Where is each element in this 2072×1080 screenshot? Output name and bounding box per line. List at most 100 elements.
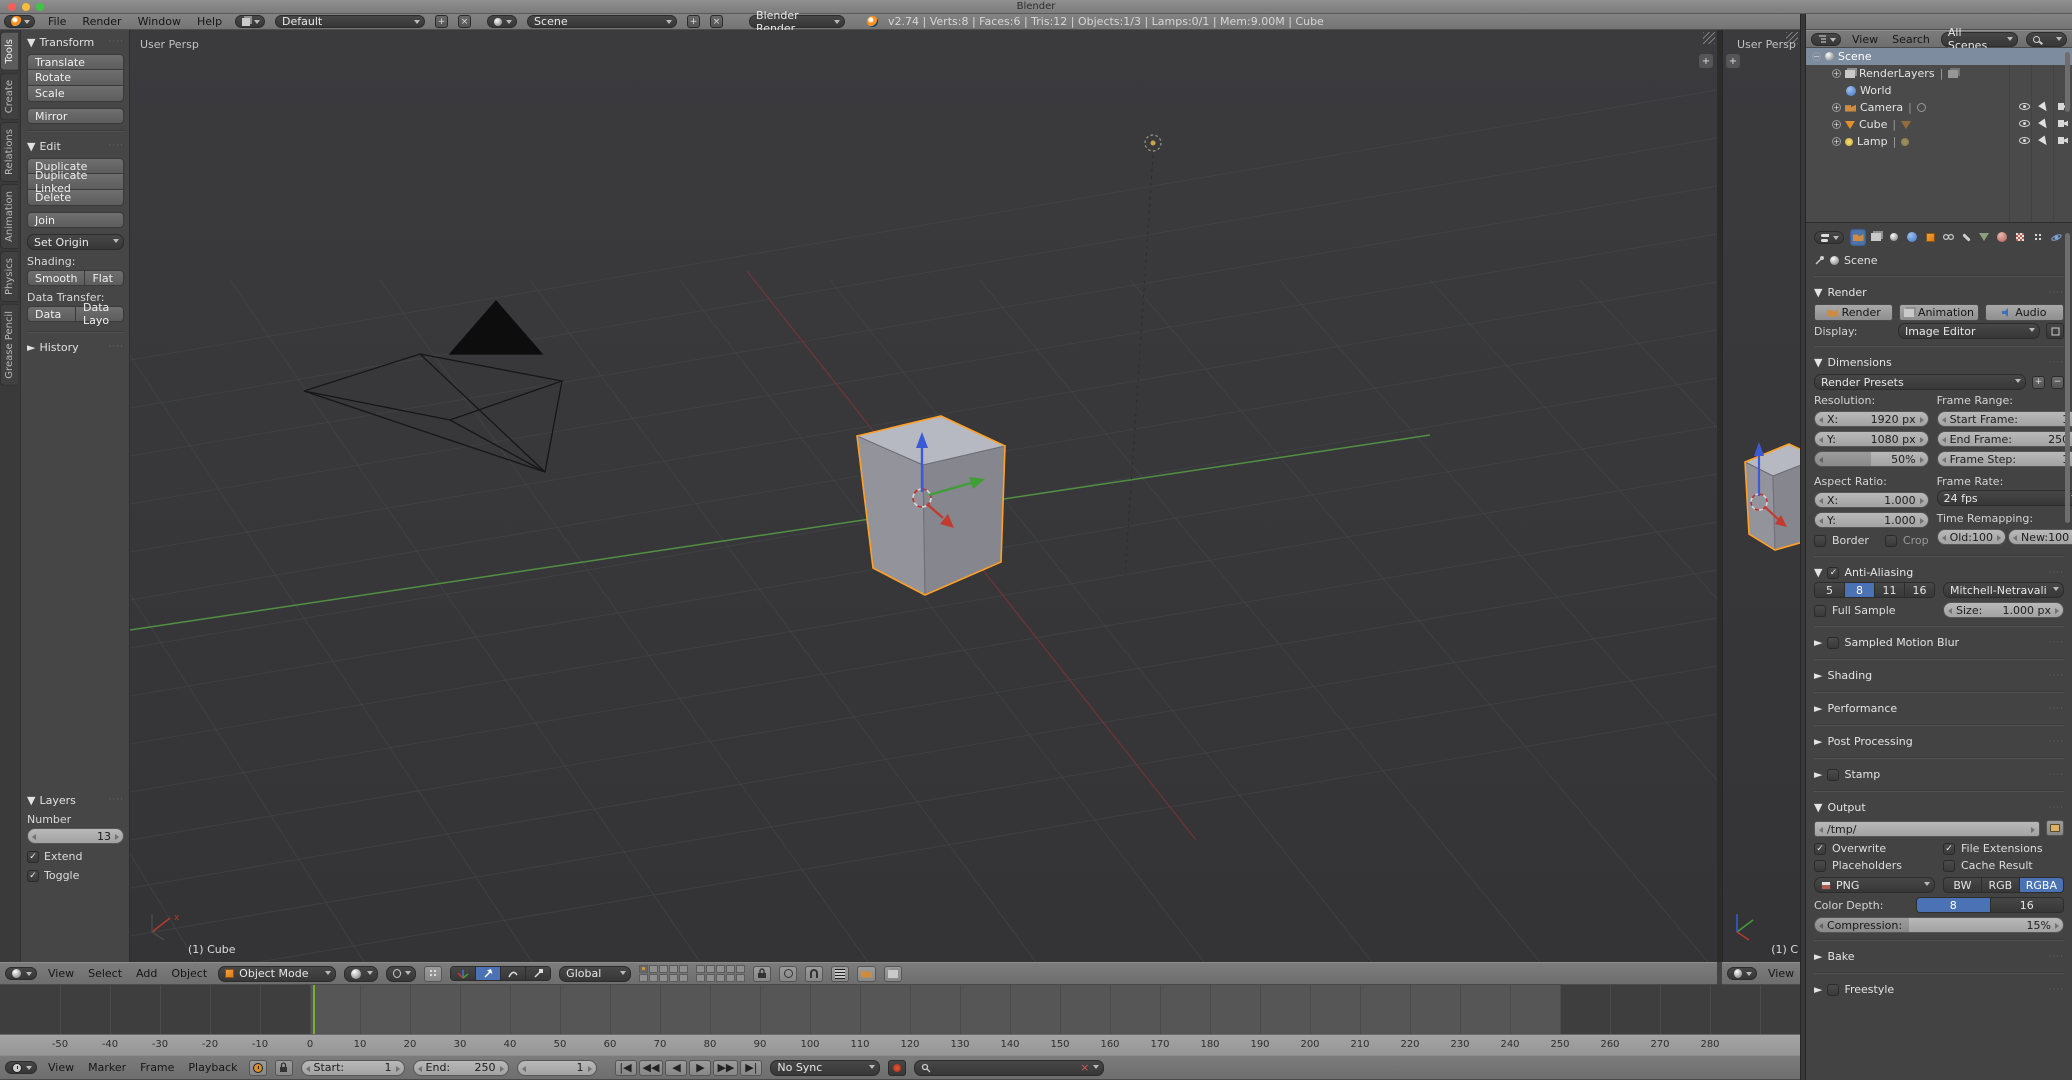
expand-expander[interactable]: +	[1832, 69, 1841, 78]
frame-step-field[interactable]: Frame Step:1	[1936, 451, 2072, 467]
timeline-playback-menu[interactable]: Playback	[185, 1061, 240, 1074]
tab-physics[interactable]	[2048, 229, 2064, 246]
post-processing-panel-header[interactable]: ► Post Processing ····	[1814, 732, 2064, 751]
render-still-button[interactable]: Render	[1814, 304, 1894, 321]
remap-old-field[interactable]: Old: 100	[1936, 529, 2006, 545]
use-preview-range-toggle[interactable]	[248, 1059, 267, 1076]
collapse-expander[interactable]: −	[1812, 52, 1821, 61]
selectability-toggle[interactable]	[2038, 135, 2050, 148]
tab-object-data[interactable]	[1976, 229, 1992, 246]
data-transfer-data-button[interactable]: Data	[27, 306, 76, 322]
pivot-align-toggle[interactable]	[424, 965, 443, 982]
full-sample-checkbox[interactable]	[1814, 604, 1826, 617]
border-checkbox[interactable]	[1814, 534, 1826, 547]
layer-cell[interactable]	[696, 974, 706, 982]
keying-set-field[interactable]: ×	[914, 1059, 1105, 1076]
delete-layout-button[interactable]: ×	[458, 15, 472, 28]
freestyle-panel-header[interactable]: ► Freestyle ····	[1814, 980, 2064, 999]
render-engine-dropdown[interactable]: Blender Render	[749, 9, 846, 35]
file-extensions-checkbox[interactable]: ✓	[1943, 842, 1955, 855]
selectability-toggle[interactable]	[2038, 118, 2050, 131]
aspect-y-field[interactable]: Y: 1.000	[1814, 512, 1929, 528]
rotate-manipulator-button[interactable]	[501, 967, 527, 980]
tab-particles[interactable]	[2030, 229, 2046, 246]
outliner-row-cube[interactable]: + Cube |	[1806, 116, 2072, 133]
color-depth-16[interactable]: 16	[1990, 898, 2063, 912]
scene-dropdown[interactable]: Scene	[527, 15, 678, 28]
mode-dropdown[interactable]: Object Mode	[218, 965, 337, 982]
panel-grip-icon[interactable]: ····	[2049, 358, 2064, 368]
jump-to-end-button[interactable]: ▶|	[740, 1059, 763, 1076]
resolution-percent-slider[interactable]: 50%	[1814, 451, 1929, 467]
render-panel-header[interactable]: ▼ Render ····	[1814, 283, 2064, 302]
layer-grid-2[interactable]	[696, 965, 746, 982]
object-menu[interactable]: Object	[168, 967, 210, 980]
selectability-toggle[interactable]	[2038, 101, 2050, 114]
delete-scene-button[interactable]: ×	[710, 15, 724, 28]
translate-manipulator-button[interactable]	[476, 967, 502, 980]
visibility-toggle[interactable]	[2019, 103, 2030, 110]
remove-preset-button[interactable]: −	[2051, 375, 2064, 389]
render-animation-button[interactable]: Animation	[1899, 304, 1979, 321]
display-lock-button[interactable]	[2046, 323, 2064, 339]
aa-size-field[interactable]: Size: 1.000 px	[1943, 602, 2064, 618]
layer-cell[interactable]	[716, 974, 726, 982]
tab-material[interactable]	[1994, 229, 2010, 246]
menu-file[interactable]: File	[45, 15, 69, 28]
output-panel-header[interactable]: ▼ Output ····	[1814, 798, 2064, 817]
editor-type-dropdown[interactable]	[4, 15, 35, 28]
proportional-edit-dropdown[interactable]	[779, 965, 798, 982]
resolution-y-field[interactable]: Y: 1080 px	[1814, 431, 1929, 447]
menu-help[interactable]: Help	[194, 15, 225, 28]
renderability-toggle[interactable]	[2058, 137, 2068, 144]
color-depth-8[interactable]: 8	[1917, 898, 1991, 912]
remap-new-field[interactable]: New:100	[2007, 529, 2072, 545]
menu-render[interactable]: Render	[79, 15, 124, 28]
outliner-view-menu[interactable]: View	[1849, 33, 1881, 46]
properties-scrollbar[interactable]	[2065, 233, 2070, 523]
transform-panel-header[interactable]: ▼ Transform ····	[27, 34, 124, 50]
add-layout-button[interactable]: +	[435, 15, 449, 28]
expand-region-button[interactable]: +	[1699, 54, 1713, 68]
lock-time-toggle[interactable]	[274, 1059, 293, 1076]
color-mode-rgba[interactable]: RGBA	[2019, 878, 2063, 892]
edit-panel-header[interactable]: ▼ Edit ····	[27, 138, 124, 154]
shade-flat-button[interactable]: Flat	[85, 270, 124, 286]
set-origin-dropdown[interactable]: Set Origin	[27, 234, 124, 250]
manipulator-axis-icon[interactable]	[451, 967, 477, 980]
viewport-shading-dropdown[interactable]	[344, 965, 379, 982]
layers-number-field[interactable]: 13	[27, 828, 124, 844]
menu-window[interactable]: Window	[135, 15, 184, 28]
prev-keyframe-button[interactable]: ◀◀	[638, 1059, 664, 1076]
cache-result-checkbox[interactable]	[1943, 859, 1955, 872]
antialiasing-panel-header[interactable]: ▼ ✓ Anti-Aliasing ····	[1814, 563, 2064, 582]
timeline-playhead[interactable]	[313, 985, 315, 1034]
layer-cell[interactable]	[726, 965, 736, 973]
layer-cell[interactable]	[659, 965, 669, 973]
start-frame-field[interactable]: Start: 1	[300, 1059, 405, 1076]
timeline-frame-menu[interactable]: Frame	[137, 1061, 177, 1074]
tab-grease-pencil[interactable]: Grease Pencil	[0, 303, 18, 386]
output-path-field[interactable]: /tmp/	[1814, 821, 2040, 837]
frame-rate-dropdown[interactable]: 24 fps	[1936, 490, 2072, 506]
start-frame-field[interactable]: Start Frame:1	[1936, 411, 2072, 427]
render-opengl-button[interactable]	[857, 965, 877, 982]
expand-expander[interactable]: +	[1832, 137, 1841, 146]
view-menu[interactable]: View	[1765, 967, 1797, 980]
translate-button[interactable]: Translate	[27, 54, 124, 70]
data-transfer-layout-button[interactable]: Data Layo	[76, 301, 124, 327]
add-menu[interactable]: Add	[133, 967, 160, 980]
placeholders-checkbox[interactable]	[1814, 859, 1826, 872]
panel-grip-icon[interactable]: ····	[109, 342, 124, 352]
resolution-x-field[interactable]: X: 1920 px	[1814, 411, 1929, 427]
layer-cell[interactable]	[679, 965, 689, 973]
panel-grip-icon[interactable]: ····	[2049, 803, 2064, 813]
outliner-row-camera[interactable]: + Camera |	[1806, 99, 2072, 116]
outliner-row-lamp[interactable]: + Lamp |	[1806, 133, 2072, 150]
tab-tools[interactable]: Tools	[0, 32, 18, 71]
color-mode-rgb[interactable]: RGB	[1981, 878, 2020, 892]
visibility-toggle[interactable]	[2019, 137, 2030, 144]
timeline-track[interactable]	[0, 985, 1800, 1034]
layer-grid-1[interactable]	[639, 965, 689, 982]
timeline-view-menu[interactable]: View	[45, 1061, 77, 1074]
